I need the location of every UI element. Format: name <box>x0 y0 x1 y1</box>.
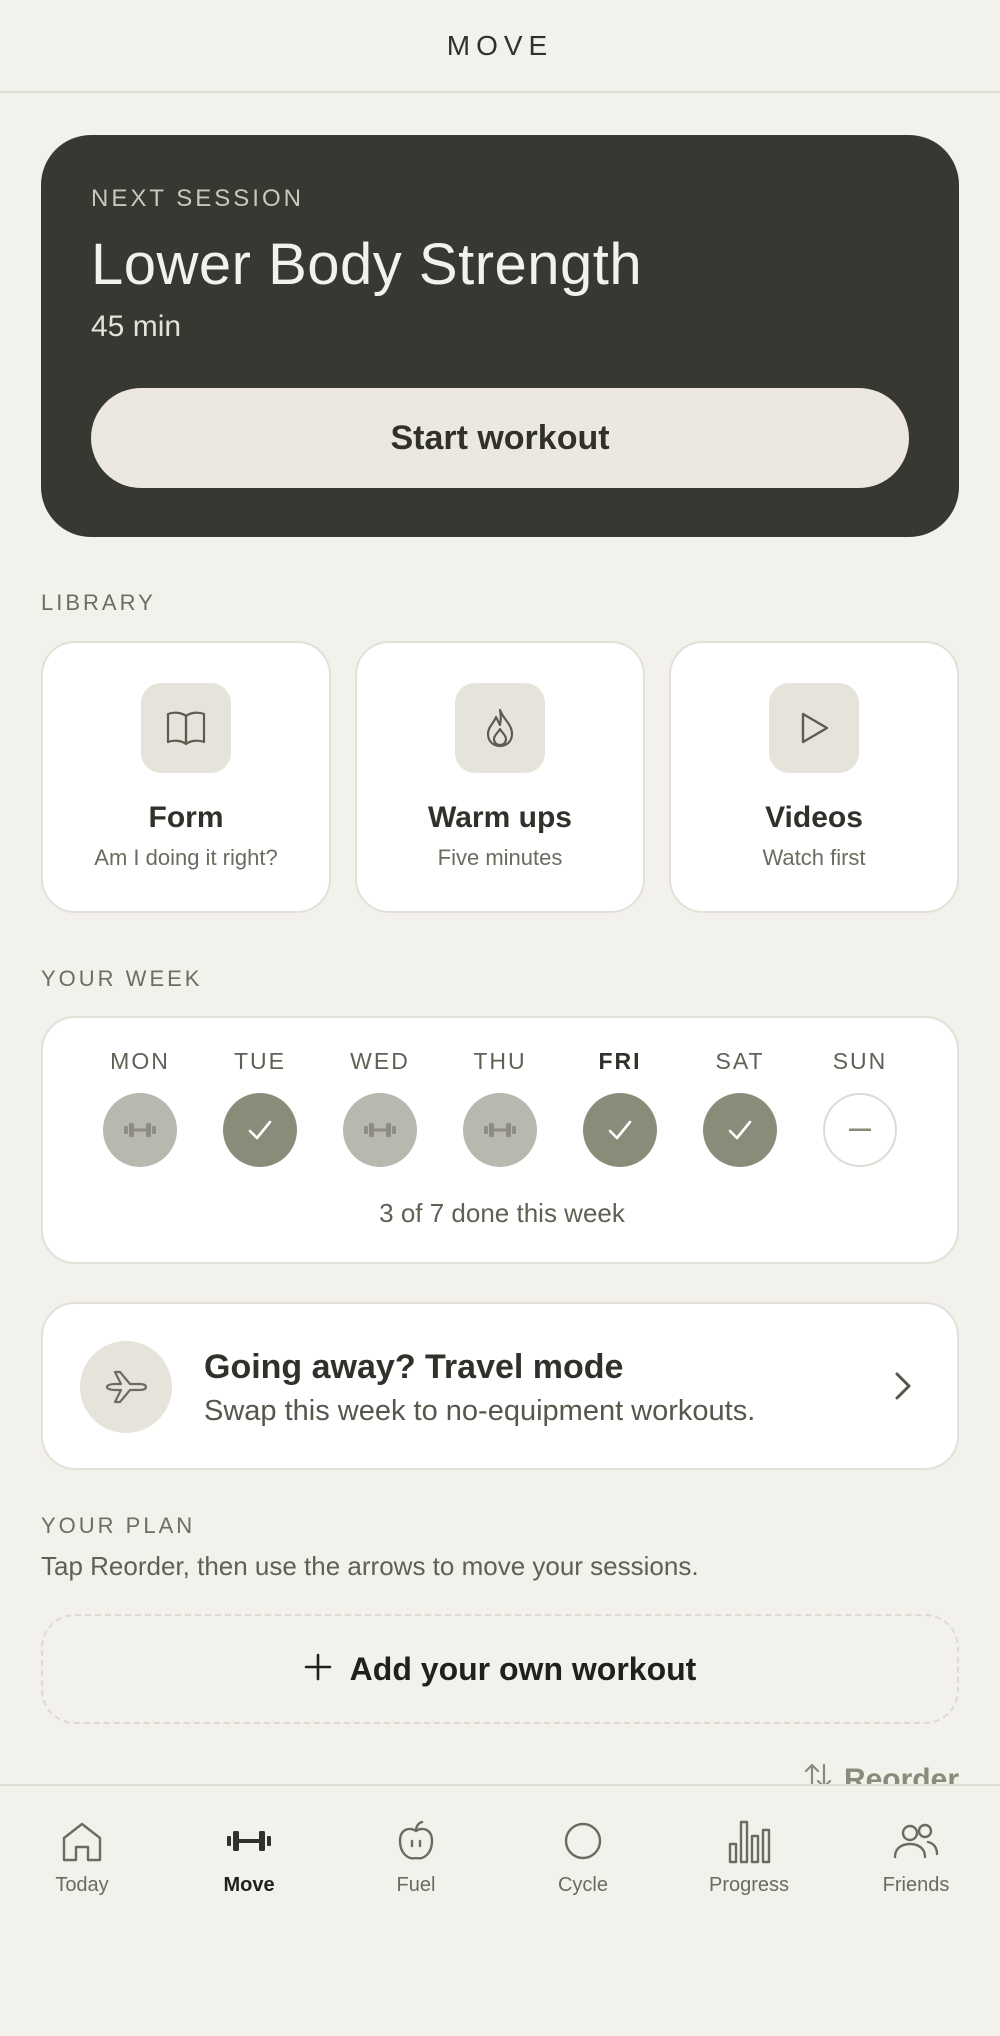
check-icon <box>583 1093 657 1167</box>
dumbbell-icon <box>179 1818 319 1864</box>
play-icon <box>769 683 859 773</box>
start-workout-button[interactable]: Start workout <box>91 388 909 488</box>
chevron-right-icon <box>893 1370 913 1407</box>
add-workout-label: Add your own workout <box>349 1650 697 1687</box>
day-name: THU <box>473 1048 527 1074</box>
nav-fuel[interactable]: Fuel <box>346 1818 486 1897</box>
page-title: MOVE <box>446 29 554 61</box>
day-mon[interactable]: MON <box>100 1048 180 1167</box>
next-session-eyebrow: NEXT SESSION <box>91 185 304 212</box>
check-icon <box>703 1093 777 1167</box>
next-session-card: NEXT SESSION Lower Body Strength 45 min … <box>41 135 959 537</box>
week-card: MON TUE WED THU FRI SAT SUN 3 of 7 done … <box>41 1016 959 1264</box>
plane-icon <box>80 1341 172 1433</box>
day-name-today: FRI <box>598 1048 642 1074</box>
circle-icon <box>513 1818 653 1864</box>
rest-dash-icon <box>823 1093 897 1167</box>
add-workout-button[interactable]: Add your own workout <box>41 1614 959 1724</box>
nav-friends[interactable]: Friends <box>846 1818 986 1897</box>
session-duration: 45 min <box>91 310 182 343</box>
plan-hint: Tap Reorder, then use the arrows to move… <box>41 1551 699 1581</box>
day-name: WED <box>350 1048 410 1074</box>
apple-icon <box>346 1818 486 1864</box>
book-icon <box>141 683 231 773</box>
day-thu[interactable]: THU <box>460 1048 540 1167</box>
library-card-videos[interactable]: Videos Watch first <box>669 641 959 913</box>
day-sun[interactable]: SUN <box>820 1048 900 1167</box>
nav-progress[interactable]: Progress <box>679 1818 819 1897</box>
nav-cycle[interactable]: Cycle <box>513 1818 653 1897</box>
dumbbell-icon <box>103 1093 177 1167</box>
day-name: TUE <box>234 1048 286 1074</box>
nav-label: Today <box>55 1874 109 1896</box>
week-summary: 3 of 7 done this week <box>379 1198 625 1228</box>
dumbbell-icon <box>463 1093 537 1167</box>
plan-label: YOUR PLAN <box>41 1513 196 1538</box>
friends-icon <box>846 1818 986 1864</box>
nav-label: Move <box>223 1874 275 1896</box>
day-name: SUN <box>832 1048 888 1074</box>
nav-move[interactable]: Move <box>179 1818 319 1897</box>
travel-mode-card[interactable]: Going away? Travel mode Swap this week t… <box>41 1302 959 1470</box>
travel-mode-title: Going away? Travel mode <box>204 1348 624 1386</box>
day-name: MON <box>110 1048 170 1074</box>
bottom-nav: Today Move Fuel Cycle Progress Friends <box>0 1784 1000 2036</box>
check-icon <box>223 1093 297 1167</box>
day-tue[interactable]: TUE <box>220 1048 300 1167</box>
day-wed[interactable]: WED <box>340 1048 420 1167</box>
library-card-title: Videos <box>765 801 863 834</box>
day-sat[interactable]: SAT <box>700 1048 780 1167</box>
nav-today[interactable]: Today <box>12 1818 152 1897</box>
flame-icon <box>455 683 545 773</box>
session-name: Lower Body Strength <box>91 232 643 297</box>
nav-label: Progress <box>708 1874 790 1896</box>
library-label: LIBRARY <box>41 590 156 615</box>
library-card-title: Warm ups <box>428 801 572 834</box>
plus-icon <box>304 1653 332 1686</box>
library-card-subtitle: Five minutes <box>437 845 563 870</box>
travel-mode-subtitle: Swap this week to no-equipment workouts. <box>204 1395 756 1427</box>
library-card-subtitle: Am I doing it right? <box>94 845 278 870</box>
week-label: YOUR WEEK <box>41 966 203 991</box>
library-card-title: Form <box>148 801 224 834</box>
top-bar: MOVE <box>0 0 1000 93</box>
bar-chart-icon <box>679 1818 819 1864</box>
dumbbell-icon <box>343 1093 417 1167</box>
library-card-form[interactable]: Form Am I doing it right? <box>41 641 331 913</box>
nav-label: Friends <box>882 1874 950 1896</box>
library-card-warm-ups[interactable]: Warm ups Five minutes <box>355 641 645 913</box>
library-card-subtitle: Watch first <box>762 845 866 870</box>
home-icon <box>12 1818 152 1864</box>
day-fri[interactable]: FRI <box>580 1048 660 1167</box>
day-name: SAT <box>715 1048 765 1074</box>
nav-label: Cycle <box>557 1874 608 1896</box>
nav-label: Fuel <box>396 1874 436 1896</box>
